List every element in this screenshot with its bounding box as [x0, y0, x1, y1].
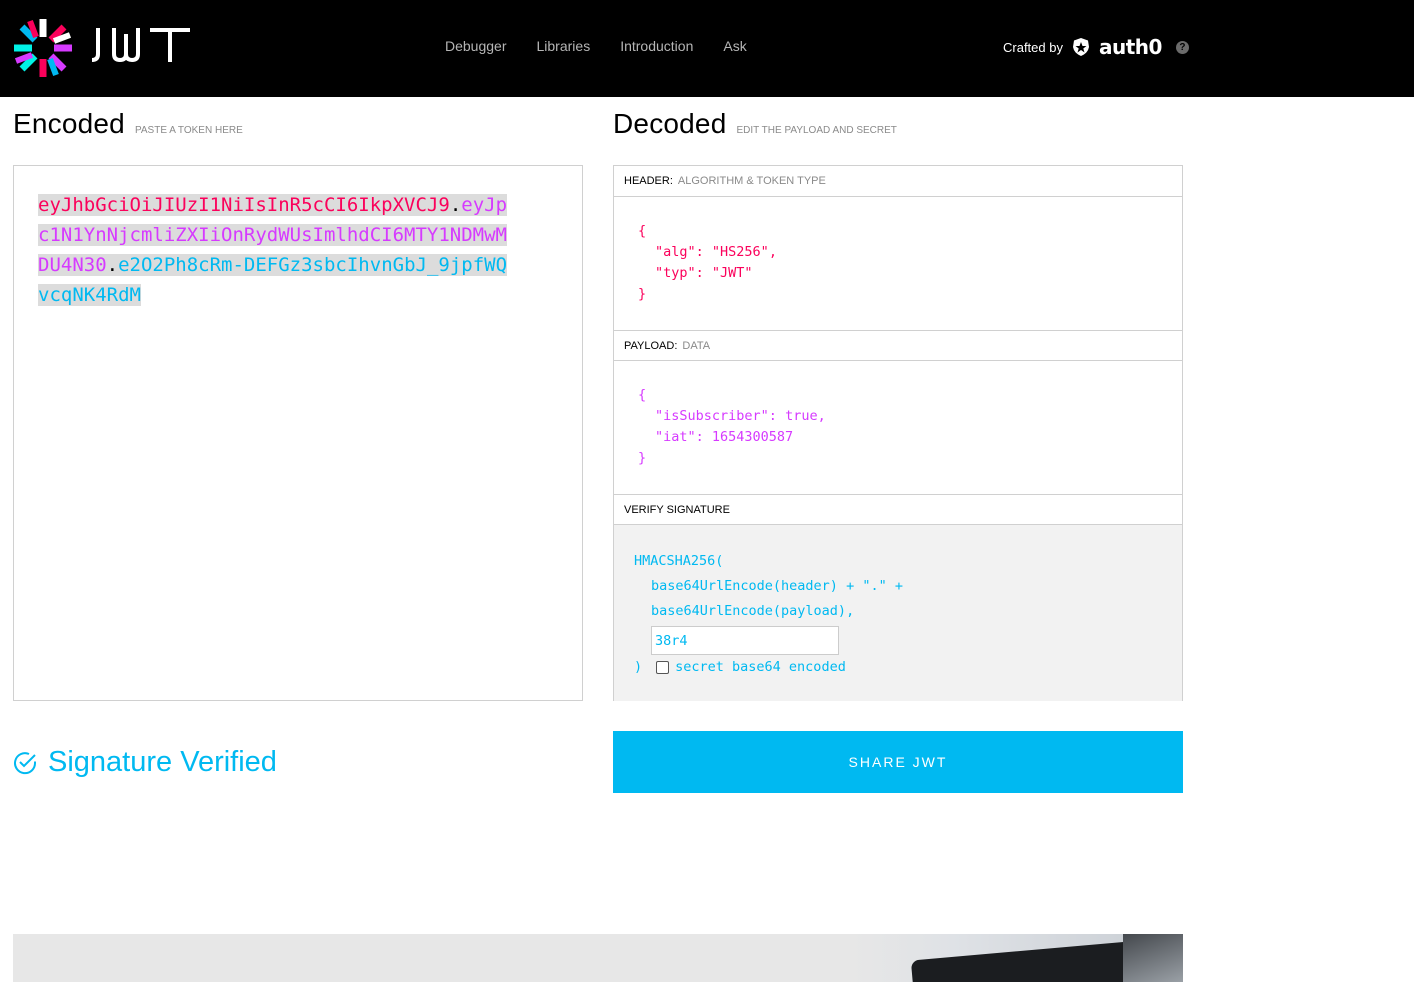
auth0-brand[interactable]: auth0 — [1099, 35, 1162, 59]
header-typ-key: "typ" — [655, 265, 696, 281]
encoded-heading: Encoded PASTE A TOKEN HERE — [13, 108, 243, 140]
jwt-wordmark[interactable] — [92, 24, 196, 66]
promo-image — [853, 934, 1183, 982]
payload-iat-key: "iat" — [655, 429, 696, 445]
header-alg-key: "alg" — [655, 244, 696, 260]
encoded-title: Encoded — [13, 108, 125, 139]
crafted-by: Crafted by auth0 ? — [1003, 35, 1189, 59]
decoded-heading: Decoded EDIT THE PAYLOAD AND SECRET — [613, 108, 897, 140]
keyboard-image — [1123, 934, 1183, 982]
verify-function: HMACSHA256( — [634, 553, 724, 569]
token-dot: . — [449, 194, 462, 216]
crafted-by-label: Crafted by — [1003, 39, 1063, 55]
payload-iat-value: 1654300587 — [711, 429, 794, 445]
payload-json-editor[interactable]: { "isSubscriber": true, "iat": 165430058… — [614, 361, 1182, 494]
top-bar: Debugger Libraries Introduction Ask Craf… — [0, 0, 1414, 97]
decoded-subtitle: EDIT THE PAYLOAD AND SECRET — [736, 125, 897, 136]
verify-label: VERIFY SIGNATURE — [624, 503, 730, 516]
secret-base64-label[interactable]: secret base64 encoded — [675, 657, 846, 678]
secret-input[interactable] — [651, 626, 839, 655]
payload-section-head: PAYLOAD: DATA — [614, 330, 1182, 361]
encoded-token-text[interactable]: eyJhbGciOiJIUzI1NiIsInR5cCI6IkpXVCJ9.eyJ… — [38, 190, 518, 310]
token-header-part: eyJhbGciOiJIUzI1NiIsInR5cCI6IkpXVCJ9 — [38, 194, 450, 216]
jwt-logo-icon[interactable] — [12, 17, 74, 79]
payload-label: PAYLOAD: — [624, 339, 678, 352]
header-label: HEADER: — [624, 175, 673, 187]
header-alg-value: "HS256" — [711, 244, 769, 260]
nav-debugger[interactable]: Debugger — [445, 38, 507, 54]
nav-ask[interactable]: Ask — [723, 38, 746, 54]
decoded-title: Decoded — [613, 108, 727, 139]
signature-status-text: Signature Verified — [48, 746, 277, 778]
verify-line-header: base64UrlEncode(header) + "." + — [651, 578, 903, 594]
main-nav: Debugger Libraries Introduction Ask — [445, 38, 747, 54]
header-json-editor[interactable]: { "alg": "HS256", "typ": "JWT" } — [614, 197, 1182, 330]
share-jwt-button[interactable]: SHARE JWT — [613, 731, 1183, 793]
token-dot: . — [106, 254, 119, 276]
verify-signature-body: HMACSHA256( base64UrlEncode(header) + ".… — [614, 525, 1182, 701]
nav-libraries[interactable]: Libraries — [537, 38, 591, 54]
payload-subscriber-key: "isSubscriber" — [655, 408, 769, 424]
promo-banner[interactable] — [13, 934, 1183, 982]
header-section-head: HEADER: ALGORITHM & TOKEN TYPE — [614, 166, 1182, 197]
verify-line-payload: base64UrlEncode(payload), — [651, 603, 855, 619]
decoded-panel: HEADER: ALGORITHM & TOKEN TYPE { "alg": … — [613, 165, 1183, 701]
nav-introduction[interactable]: Introduction — [620, 38, 693, 54]
secret-base64-checkbox[interactable] — [656, 661, 670, 674]
check-circle-icon — [14, 751, 37, 774]
encoded-token-editor[interactable]: eyJhbGciOiJIUzI1NiIsInR5cCI6IkpXVCJ9.eyJ… — [13, 165, 583, 701]
encoded-subtitle: PASTE A TOKEN HERE — [134, 125, 243, 136]
header-sublabel: ALGORITHM & TOKEN TYPE — [677, 175, 826, 187]
verify-section-head: VERIFY SIGNATURE — [614, 494, 1182, 525]
auth0-shield-icon[interactable] — [1071, 37, 1091, 57]
help-icon[interactable]: ? — [1175, 40, 1189, 54]
verify-close-paren: ) — [634, 659, 643, 675]
laptop-image — [910, 939, 1156, 982]
header-typ-value: "JWT" — [711, 265, 753, 281]
payload-subscriber-value: true — [785, 408, 818, 424]
payload-sublabel: DATA — [682, 339, 711, 352]
signature-status: Signature Verified — [12, 746, 277, 779]
